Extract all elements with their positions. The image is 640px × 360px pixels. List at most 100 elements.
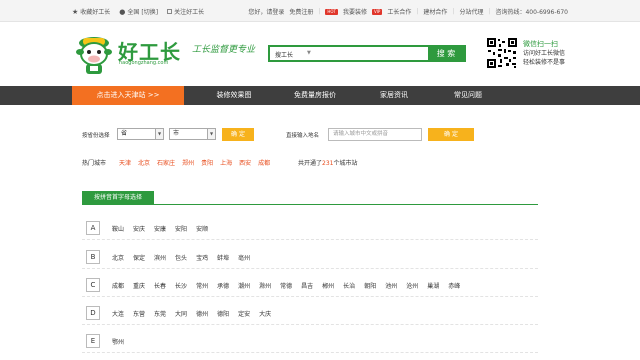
divider: | bbox=[318, 8, 321, 15]
city-link[interactable]: 昌吉 bbox=[301, 281, 313, 290]
letter-row: E 鄂州 bbox=[82, 331, 538, 353]
city-link[interactable]: 滁州 bbox=[259, 281, 271, 290]
search-scope-select[interactable]: 搜工长 bbox=[275, 50, 293, 59]
city-link[interactable]: 巢湖 bbox=[427, 281, 439, 290]
qr-icon bbox=[167, 9, 173, 14]
register-link[interactable]: 免费注册 bbox=[289, 7, 313, 16]
pinyin-tab[interactable]: 按拼音首字母选择 bbox=[82, 191, 154, 204]
city-link[interactable]: 赤峰 bbox=[448, 281, 460, 290]
city-filter: 按省份选择 省 ▼ 市 ▼ 确 定 直接输入地名 请输入城市中文或拼音 确 定 … bbox=[72, 118, 568, 180]
city-link[interactable]: 大连 bbox=[112, 309, 124, 318]
letter-badge: B bbox=[86, 250, 100, 264]
wechat-info: 微信扫一扫 访问好工长微信 轻松装修不是事 bbox=[523, 40, 565, 67]
city-link[interactable]: 承德 bbox=[217, 281, 229, 290]
city-link[interactable]: 重庆 bbox=[133, 281, 145, 290]
city-link[interactable]: 长春 bbox=[154, 281, 166, 290]
city-link[interactable]: 北京 bbox=[112, 253, 124, 262]
region-selector[interactable]: ● 全国 [切换] bbox=[119, 7, 158, 17]
hot-city-link[interactable]: 北京 bbox=[138, 158, 150, 167]
city-link[interactable]: 德阳 bbox=[217, 309, 229, 318]
nav-faq[interactable]: 常见问题 bbox=[446, 86, 490, 105]
nav-enter-station[interactable]: 点击进入天津站 >> bbox=[72, 86, 184, 105]
chevron-down-icon: ▼ bbox=[155, 129, 163, 139]
hot-city-link[interactable]: 西安 bbox=[239, 158, 251, 167]
city-link[interactable]: 东营 bbox=[133, 309, 145, 318]
nav-effect-images[interactable]: 装修效果图 bbox=[206, 86, 262, 105]
city-name-input[interactable]: 请输入城市中文或拼音 bbox=[328, 128, 422, 141]
city-links: 鞍山 安庆 安康 安阳 安顺 bbox=[112, 224, 208, 233]
city-links: 北京 保定 滨州 包头 宝鸡 蚌埠 亳州 bbox=[112, 253, 250, 262]
foreman-coop-link[interactable]: 工长合作 bbox=[387, 7, 411, 16]
decorate-link[interactable]: 我要装修 bbox=[343, 7, 367, 16]
city-link[interactable]: 长治 bbox=[343, 281, 355, 290]
chevron-down-icon: ▼ bbox=[207, 129, 215, 139]
city-link[interactable]: 保定 bbox=[133, 253, 145, 262]
location-pin-icon: ● bbox=[119, 7, 126, 16]
divider: | bbox=[452, 8, 455, 15]
hot-city-link[interactable]: 成都 bbox=[258, 158, 270, 167]
city-link[interactable]: 朝阳 bbox=[364, 281, 376, 290]
direct-input-label: 直接输入地名 bbox=[286, 133, 320, 139]
city-link[interactable]: 定安 bbox=[238, 309, 250, 318]
city-links: 大连 东营 东莞 大同 德州 德阳 定安 大庆 bbox=[112, 309, 271, 318]
total-stations: 共开通了231个城市站 bbox=[298, 160, 358, 167]
city-link[interactable]: 沧州 bbox=[406, 281, 418, 290]
city-link[interactable]: 亳州 bbox=[238, 253, 250, 262]
city-link[interactable]: 潮州 bbox=[238, 281, 250, 290]
login-link[interactable]: 您好，请登录 bbox=[248, 7, 284, 16]
city-link[interactable]: 鞍山 bbox=[112, 224, 124, 233]
city-link[interactable]: 宝鸡 bbox=[196, 253, 208, 262]
follow-link[interactable]: 关注好工长 bbox=[167, 7, 204, 16]
city-link[interactable]: 大同 bbox=[175, 309, 187, 318]
city-link[interactable]: 安庆 bbox=[133, 224, 145, 233]
hot-city-link[interactable]: 上海 bbox=[220, 158, 232, 167]
hot-city-link[interactable]: 天津 bbox=[119, 158, 131, 167]
city-link[interactable]: 常州 bbox=[196, 281, 208, 290]
chevron-down-icon[interactable]: ▼ bbox=[307, 50, 311, 56]
nav-free-quote[interactable]: 免费量房报价 bbox=[284, 86, 346, 105]
city-link[interactable]: 成都 bbox=[112, 281, 124, 290]
branch-agent-link[interactable]: 分站代理 bbox=[459, 7, 483, 16]
province-confirm-button[interactable]: 确 定 bbox=[222, 128, 254, 141]
search-button[interactable]: 搜 索 bbox=[428, 47, 464, 60]
divider: | bbox=[416, 8, 419, 15]
city-link[interactable]: 鄂州 bbox=[112, 337, 124, 346]
material-coop-link[interactable]: 建材合作 bbox=[423, 7, 447, 16]
hot-city-link[interactable]: 石家庄 bbox=[157, 158, 175, 167]
city-link[interactable]: 滨州 bbox=[154, 253, 166, 262]
search-bar: 搜工长 ▼ 搜 索 bbox=[268, 45, 466, 62]
direct-confirm-button[interactable]: 确 定 bbox=[428, 128, 474, 141]
search-input[interactable] bbox=[316, 48, 426, 59]
province-select[interactable]: 省 ▼ bbox=[117, 128, 164, 140]
logo[interactable]: 好工长 haogongzhang.com 工长监督更专业 bbox=[72, 30, 272, 76]
city-link[interactable]: 东莞 bbox=[154, 309, 166, 318]
letter-badge: C bbox=[86, 278, 100, 292]
divider bbox=[82, 204, 538, 205]
city-select[interactable]: 市 ▼ bbox=[169, 128, 216, 140]
city-link[interactable]: 常德 bbox=[280, 281, 292, 290]
city-link[interactable]: 蚌埠 bbox=[217, 253, 229, 262]
hot-city-link[interactable]: 贵阳 bbox=[201, 158, 213, 167]
favorite-link[interactable]: ★ 收藏好工长 bbox=[72, 7, 110, 17]
city-link[interactable]: 大庆 bbox=[259, 309, 271, 318]
city-link[interactable]: 安康 bbox=[154, 224, 166, 233]
letter-row: D 大连 东营 东莞 大同 德州 德阳 定安 大庆 bbox=[82, 303, 538, 325]
province-label: 按省份选择 bbox=[82, 133, 110, 139]
hot-city-link[interactable]: 郑州 bbox=[182, 158, 194, 167]
letter-row: A 鞍山 安庆 安康 安阳 安顺 bbox=[82, 218, 538, 240]
city-link[interactable]: 长沙 bbox=[175, 281, 187, 290]
hot-badge: HOT bbox=[325, 8, 338, 15]
city-link[interactable]: 包头 bbox=[175, 253, 187, 262]
city-link[interactable]: 德州 bbox=[196, 309, 208, 318]
hot-cities-label: 热门城市 bbox=[82, 160, 107, 167]
switch-region-link[interactable]: [切换] bbox=[141, 7, 158, 16]
letter-badge: D bbox=[86, 306, 100, 320]
nav-home-news[interactable]: 家居资讯 bbox=[372, 86, 416, 105]
wechat-line: 轻松装修不是事 bbox=[523, 59, 566, 66]
city-link[interactable]: 郴州 bbox=[322, 281, 334, 290]
letter-row: C 成都 重庆 长春 长沙 常州 承德 潮州 滁州 常德 昌吉 郴州 长治 朝阳 池州 沧州 巢湖 赤峰 bbox=[82, 275, 538, 297]
city-link[interactable]: 池州 bbox=[385, 281, 397, 290]
hot-cities: 热门城市 天津 北京 石家庄 郑州 贵阳 上海 西安 成都 bbox=[82, 158, 270, 167]
city-link[interactable]: 安顺 bbox=[196, 224, 208, 233]
city-link[interactable]: 安阳 bbox=[175, 224, 187, 233]
